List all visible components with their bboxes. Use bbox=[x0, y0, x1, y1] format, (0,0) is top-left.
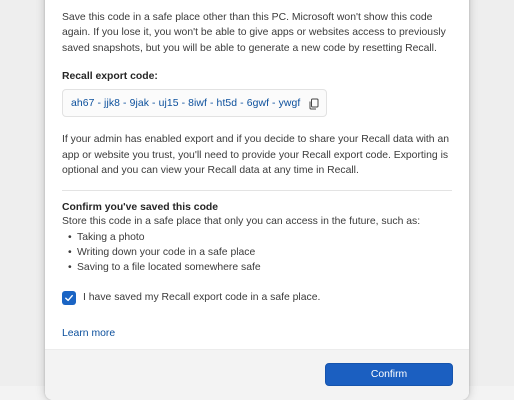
checkmark-icon bbox=[65, 294, 73, 301]
dialog-content: Save this code in a safe place other tha… bbox=[62, 10, 452, 341]
export-code-box: ah67 - jjk8 - 9jak - uj15 - 8iwf - ht5d … bbox=[62, 89, 328, 118]
list-item: Saving to a file located somewhere safe bbox=[62, 260, 452, 275]
confirm-heading: Confirm you've saved this code bbox=[62, 202, 219, 214]
export-code: ah67 - jjk8 - 9jak - uj15 - 8iwf - ht5d … bbox=[71, 97, 301, 109]
learn-more-link[interactable]: Learn more bbox=[62, 328, 115, 339]
list-item: Taking a photo bbox=[62, 230, 452, 245]
copy-icon[interactable] bbox=[308, 97, 320, 110]
intro-text: Save this code in a safe place other tha… bbox=[62, 12, 446, 54]
code-label: Recall export code: bbox=[62, 71, 158, 83]
saved-checkbox[interactable] bbox=[62, 290, 76, 305]
recall-export-code-dialog: Save this code in a safe place other tha… bbox=[45, 0, 469, 400]
checkbox-label[interactable]: I have saved my Recall export code in a … bbox=[83, 292, 320, 303]
dialog-header-partial bbox=[62, 0, 442, 2]
dialog-footer: Confirm bbox=[45, 349, 469, 400]
confirm-description: Store this code in a safe place that onl… bbox=[62, 216, 421, 228]
saved-confirmation-row[interactable]: I have saved my Recall export code in a … bbox=[62, 290, 452, 305]
safe-place-list: Taking a photo Writing down your code in… bbox=[62, 230, 452, 275]
confirm-button[interactable]: Confirm bbox=[325, 363, 453, 386]
export-info-text: If your admin has enabled export and if … bbox=[62, 134, 449, 177]
list-item: Writing down your code in a safe place bbox=[62, 245, 452, 260]
